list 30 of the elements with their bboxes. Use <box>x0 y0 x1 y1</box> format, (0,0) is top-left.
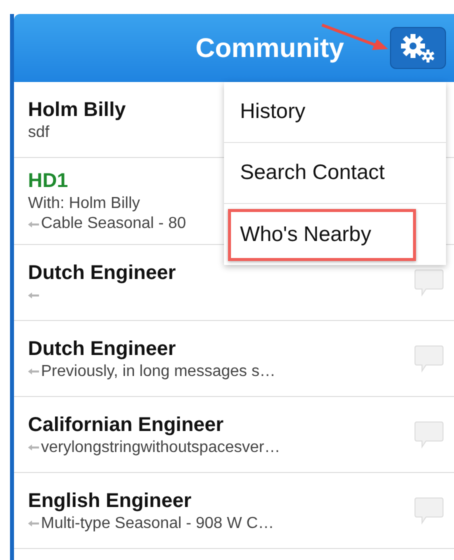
settings-button[interactable] <box>390 27 446 69</box>
chat-bubble-icon[interactable] <box>414 496 444 524</box>
last-message: Cable Seasonal - 80 <box>41 214 186 234</box>
reply-arrow-icon <box>28 368 39 375</box>
chat-bubble-icon[interactable] <box>414 420 444 448</box>
contact-subtitle: sdf <box>28 122 50 142</box>
contact-row[interactable]: Californian Engineer verylongstringwithoutspacesver… <box>14 397 454 473</box>
reply-arrow-icon <box>28 292 39 299</box>
last-message: Multi-type Seasonal - 908 W C… <box>41 514 274 534</box>
chat-bubble-icon[interactable] <box>414 268 444 296</box>
chat-bubble-icon[interactable] <box>414 344 444 372</box>
contact-name: Holm Billy <box>28 98 126 122</box>
contact-name: HD1 <box>28 169 70 194</box>
reply-arrow-icon <box>28 520 39 527</box>
header-title: Community <box>196 32 344 65</box>
last-message: Previously, in long messages s… <box>41 362 276 382</box>
contact-subtitle: With: Holm Billy <box>28 194 142 214</box>
reply-arrow-icon <box>28 444 39 451</box>
menu-item[interactable]: History <box>228 86 306 138</box>
last-message: verylongstringwithoutspacesver… <box>41 438 280 458</box>
reply-arrow-icon <box>28 220 39 228</box>
settings-icon <box>400 33 436 63</box>
contact-name: English Engineer <box>28 488 192 514</box>
contact-name: Dutch Engineer <box>28 260 176 286</box>
contact-row[interactable]: Dutch Engineer Previously, in long messages s… <box>14 321 454 397</box>
contact-row[interactable]: English Engineer Multi-type Seasonal - 908 W C… <box>14 473 454 549</box>
menu-item[interactable]: Search Contact <box>228 147 385 199</box>
contact-name: Dutch Engineer <box>28 336 177 362</box>
menu-item[interactable]: Who's Nearby <box>228 208 416 260</box>
contact-name: Californian Engineer <box>28 412 225 438</box>
